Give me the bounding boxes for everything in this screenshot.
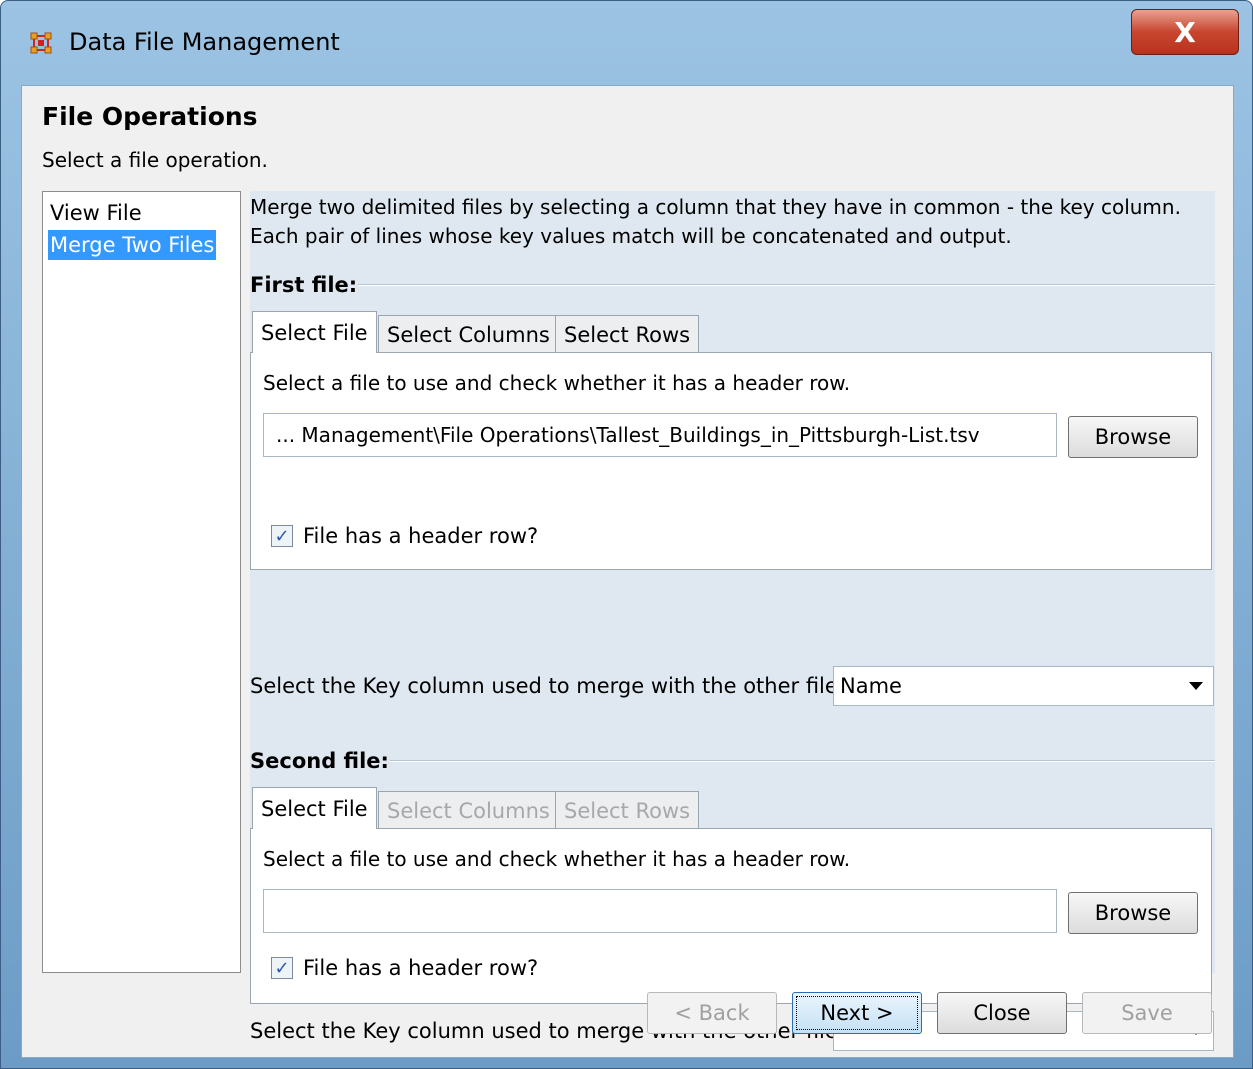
second-tab-select-rows: Select Rows (555, 791, 700, 829)
first-file-label: First file: (250, 273, 358, 297)
second-file-panel: Select a file to use and check whether i… (250, 828, 1212, 1004)
first-file-header-checkbox[interactable]: ✓ (271, 525, 293, 547)
dialog-body: File Operations Select a file operation.… (21, 85, 1234, 1058)
chevron-down-icon (1189, 682, 1203, 690)
merge-description-line-1: Merge two delimited files by selecting a… (250, 195, 1181, 219)
first-file-panel: Select a file to use and check whether i… (250, 352, 1212, 570)
operation-list[interactable]: View File Merge Two Files (42, 191, 241, 973)
merge-description: Merge two delimited files by selecting a… (250, 193, 1210, 251)
first-tab-select-file[interactable]: Select File (252, 311, 377, 353)
checkmark-icon: ✓ (274, 525, 290, 547)
next-button[interactable]: Next > (792, 992, 922, 1034)
first-file-instruction: Select a file to use and check whether i… (263, 371, 851, 395)
title-bar[interactable]: Data File Management X (1, 1, 1252, 83)
back-button: < Back (647, 992, 777, 1034)
page-title: File Operations (42, 102, 258, 131)
first-key-select[interactable]: Name (833, 666, 1214, 706)
first-file-browse-button[interactable]: Browse (1068, 416, 1198, 458)
second-tab-select-file[interactable]: Select File (252, 787, 377, 829)
second-file-header-label: File has a header row? (303, 956, 539, 980)
first-tab-select-rows[interactable]: Select Rows (555, 315, 700, 353)
merge-panel: Merge two delimited files by selecting a… (250, 191, 1215, 1051)
window: Data File Management X File Operations S… (0, 0, 1253, 1069)
first-file-header-label: File has a header row? (303, 524, 539, 548)
merge-description-line-2: Each pair of lines whose key values matc… (250, 224, 1012, 248)
first-tab-select-columns[interactable]: Select Columns (378, 315, 559, 353)
second-file-path-field[interactable] (263, 889, 1057, 933)
second-file-label: Second file: (250, 749, 389, 773)
second-tab-select-columns: Select Columns (378, 791, 559, 829)
app-icon (30, 32, 52, 54)
second-file-header-checkbox[interactable]: ✓ (271, 957, 293, 979)
second-file-browse-button[interactable]: Browse (1068, 892, 1198, 934)
first-file-header-row[interactable]: ✓ File has a header row? (271, 524, 538, 548)
second-file-divider (390, 760, 1215, 762)
window-close-button[interactable]: X (1131, 9, 1239, 55)
first-key-value: Name (840, 674, 902, 698)
page-subtitle: Select a file operation. (42, 148, 268, 172)
operation-item-merge-two-files[interactable]: Merge Two Files (48, 230, 217, 260)
window-title: Data File Management (69, 28, 340, 56)
second-file-header-row[interactable]: ✓ File has a header row? (271, 956, 538, 980)
close-button[interactable]: Close (937, 992, 1067, 1034)
first-key-label: Select the Key column used to merge with… (250, 674, 845, 698)
checkmark-icon: ✓ (274, 957, 290, 979)
second-file-instruction: Select a file to use and check whether i… (263, 847, 851, 871)
operation-item-view-file[interactable]: View File (48, 198, 144, 228)
first-file-path-field[interactable]: ... Management\File Operations\Tallest_B… (263, 413, 1057, 457)
save-button: Save (1082, 992, 1212, 1034)
first-file-divider (358, 284, 1215, 286)
close-icon: X (1174, 15, 1196, 49)
